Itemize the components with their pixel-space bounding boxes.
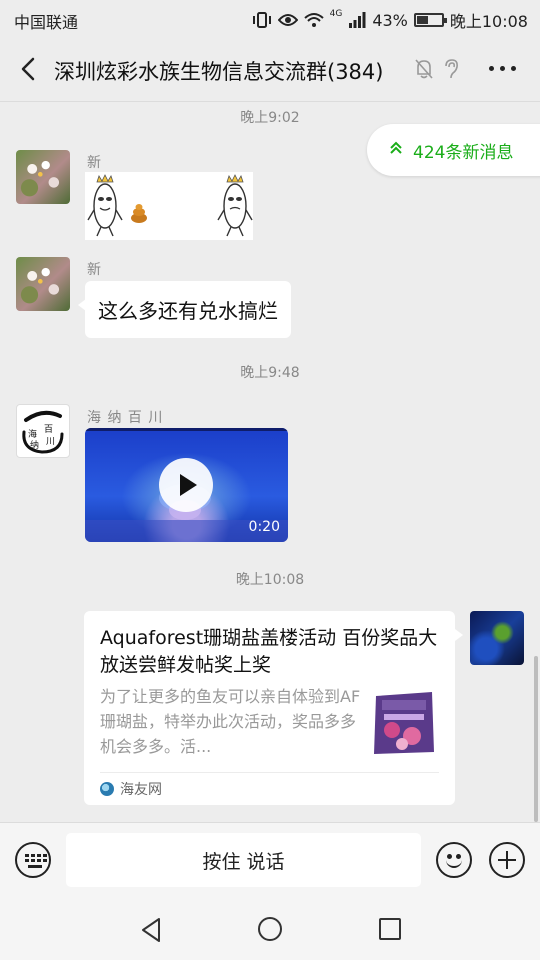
eye-icon: [277, 14, 298, 26]
scrollbar[interactable]: [534, 656, 538, 822]
link-card-source: 海友网: [100, 779, 162, 799]
emoji-icon[interactable]: [436, 842, 472, 878]
chat-header: 深圳炫彩水族生物信息交流群(384): [0, 36, 540, 102]
source-label: 海友网: [120, 782, 162, 798]
nav-home-icon[interactable]: [258, 917, 282, 941]
battery-fill: [416, 16, 429, 24]
input-bar: 按住 说话: [0, 822, 540, 900]
signal-icon: [349, 12, 366, 28]
status-bar: 中国联通 4G 43% 晚上10:08: [0, 0, 540, 36]
chat-title: 深圳炫彩水族生物信息交流群(384): [54, 60, 384, 84]
keyboard-icon[interactable]: [15, 842, 51, 878]
new-messages-label: 424条新消息: [413, 142, 514, 163]
wifi-icon: [303, 13, 324, 27]
back-arrow-icon[interactable]: [14, 54, 44, 84]
self-avatar[interactable]: [470, 611, 524, 665]
hold-to-talk-button[interactable]: 按住 说话: [66, 833, 421, 887]
link-card[interactable]: Aquaforest珊瑚盐盖楼活动 百份奖品大放送尝鲜发帖奖上奖 为了让更多的鱼…: [84, 611, 463, 805]
avatar[interactable]: 海 百 纳 川: [16, 404, 70, 458]
new-messages-button[interactable]: 424条新消息: [367, 124, 540, 176]
logo-text-2: 百: [44, 424, 53, 435]
sticker-art: [87, 174, 253, 237]
logo-text-3: 纳: [30, 439, 39, 451]
battery-icon: [413, 13, 447, 27]
video-duration: 0:20: [248, 519, 280, 535]
message-text: 这么多还有兑水搞烂: [98, 299, 278, 323]
mute-bell-icon: [415, 59, 433, 79]
product-thumbnail: [374, 692, 434, 754]
earpiece-icon: [445, 59, 458, 79]
double-chevron-up-icon: [389, 141, 403, 159]
logo-text-4: 川: [46, 437, 55, 447]
nav-recents-icon[interactable]: [379, 918, 401, 940]
calligraphy-logo-icon: 海 百 纳 川: [22, 410, 64, 454]
carrier-label: 中国联通: [14, 13, 79, 32]
more-options-icon[interactable]: [489, 66, 516, 71]
video-message[interactable]: 0:20: [85, 428, 288, 542]
battery-percent: 43%: [372, 10, 408, 30]
system-nav-bar: [0, 900, 540, 960]
message-bubble[interactable]: 这么多还有兑水搞烂: [78, 281, 291, 338]
plus-icon[interactable]: [489, 842, 525, 878]
timestamp: 晚上10:08: [235, 572, 305, 588]
card-divider: [100, 772, 439, 773]
sender-name: 海 纳 百 川: [87, 410, 164, 426]
avatar[interactable]: [16, 257, 70, 311]
source-app-icon: [100, 782, 114, 796]
nav-back-icon[interactable]: [140, 917, 162, 943]
play-button[interactable]: [159, 458, 213, 512]
timestamp: 晚上9:48: [240, 365, 300, 381]
status-icons: 4G 43% 晚上10:08: [252, 8, 528, 32]
sender-name: 新: [87, 262, 101, 278]
link-card-description: 为了让更多的鱼友可以亲自体验到AF珊瑚盐，特举办此次活动，奖品多多机会多多。活.…: [100, 687, 361, 756]
link-card-title: Aquaforest珊瑚盐盖楼活动 百份奖品大放送尝鲜发帖奖上奖: [100, 627, 438, 676]
vibrate-icon: [252, 12, 271, 28]
sticker-image[interactable]: [85, 172, 253, 240]
clock: 晚上10:08: [449, 12, 528, 31]
logo-text-1: 海: [28, 428, 37, 440]
sender-name: 新: [87, 155, 101, 171]
network-type-label: 4G: [329, 9, 343, 19]
avatar[interactable]: [16, 150, 70, 204]
